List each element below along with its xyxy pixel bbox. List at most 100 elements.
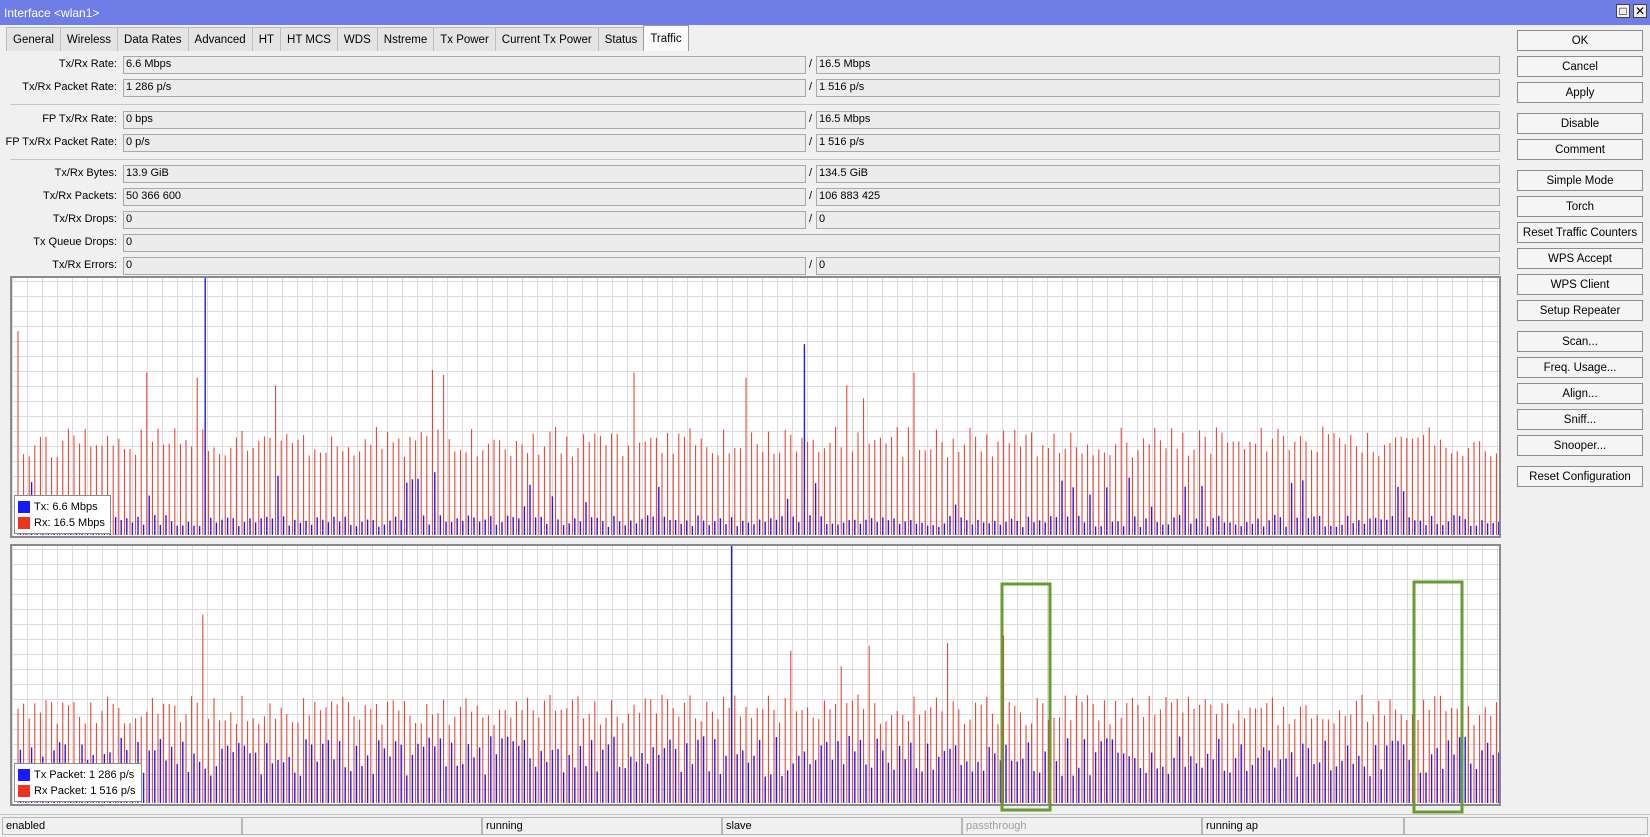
legend-rx-packet: Rx Packet: 1 516 p/s — [18, 783, 136, 799]
legend-rx-value: 16.5 Mbps — [53, 517, 105, 529]
field-tx-rate[interactable]: 6.6 Mbps — [123, 56, 806, 74]
legend-tx-packet-name: Tx Packet: — [34, 769, 86, 781]
field-rx-packet-rate[interactable]: 1 516 p/s — [816, 79, 1500, 97]
reset-configuration-button[interactable]: Reset Configuration — [1517, 466, 1643, 487]
separator: / — [809, 213, 813, 225]
legend-tx-packet: Tx Packet: 1 286 p/s — [18, 767, 136, 783]
separator: / — [809, 58, 813, 70]
tab-wds[interactable]: WDS — [336, 27, 378, 51]
packet-rate-chart: Tx Packet: 1 286 p/s Rx Packet: 1 516 p/… — [10, 544, 1501, 806]
status-enabled: enabled — [2, 817, 242, 835]
field-fp-rx-rate[interactable]: 16.5 Mbps — [816, 111, 1500, 129]
tab-general[interactable]: General — [6, 27, 61, 51]
label-txrx-drops: Tx/Rx Drops: — [52, 213, 117, 225]
status-empty-end — [1404, 817, 1648, 835]
label-fp-txrx-packet-rate: FP Tx/Rx Packet Rate: — [5, 136, 117, 148]
status-passthrough: passthrough — [962, 817, 1202, 835]
cancel-button[interactable]: Cancel — [1517, 56, 1643, 77]
disable-button[interactable]: Disable — [1517, 113, 1643, 134]
simple-mode-button[interactable]: Simple Mode — [1517, 170, 1643, 191]
close-icon[interactable]: ✕ — [1633, 4, 1647, 18]
field-rx-packets[interactable]: 106 883 425 — [816, 188, 1500, 206]
separator: / — [809, 136, 813, 148]
status-running-ap: running ap — [1202, 817, 1404, 835]
tab-data-rates[interactable]: Data Rates — [117, 27, 189, 51]
ok-button[interactable]: OK — [1517, 30, 1643, 51]
packet-rate-plot — [12, 546, 1499, 804]
separator: / — [809, 113, 813, 125]
label-fp-txrx-rate: FP Tx/Rx Rate: — [42, 113, 117, 125]
wps-client-button[interactable]: WPS Client — [1517, 274, 1643, 295]
status-empty — [242, 817, 482, 835]
wps-accept-button[interactable]: WPS Accept — [1517, 248, 1643, 269]
rx-swatch — [18, 785, 30, 797]
window-titlebar: Interface <wlan1> □ ✕ — [0, 0, 1650, 25]
sniff-button[interactable]: Sniff... — [1517, 409, 1643, 430]
separator: / — [809, 167, 813, 179]
tab-ht[interactable]: HT — [251, 27, 282, 51]
tab-traffic[interactable]: Traffic — [643, 25, 689, 51]
field-tx-bytes[interactable]: 13.9 GiB — [123, 165, 806, 183]
field-tx-packets[interactable]: 50 366 600 — [123, 188, 806, 206]
tx-swatch — [18, 501, 30, 513]
field-fp-rx-packet-rate[interactable]: 1 516 p/s — [816, 134, 1500, 152]
align-button[interactable]: Align... — [1517, 383, 1643, 404]
field-tx-drops[interactable]: 0 — [123, 211, 806, 229]
reset-traffic-counters-button[interactable]: Reset Traffic Counters — [1517, 222, 1643, 243]
legend-rx: Rx: 16.5 Mbps — [18, 515, 105, 531]
label-txrx-errors: Tx/Rx Errors: — [52, 259, 117, 271]
divider — [10, 104, 1500, 105]
setup-repeater-button[interactable]: Setup Repeater — [1517, 300, 1643, 321]
tab-advanced[interactable]: Advanced — [187, 27, 253, 51]
torch-button[interactable]: Torch — [1517, 196, 1643, 217]
label-txrx-rate: Tx/Rx Rate: — [58, 58, 117, 70]
separator: / — [809, 259, 813, 271]
field-rx-bytes[interactable]: 134.5 GiB — [816, 165, 1500, 183]
field-tx-packet-rate[interactable]: 1 286 p/s — [123, 79, 806, 97]
separator: / — [809, 190, 813, 202]
apply-button[interactable]: Apply — [1517, 82, 1643, 103]
chart-legend: Tx Packet: 1 286 p/s Rx Packet: 1 516 p/… — [14, 763, 142, 802]
legend-rx-name: Rx: — [34, 517, 51, 529]
field-fp-tx-packet-rate[interactable]: 0 p/s — [123, 134, 806, 152]
legend-rx-packet-name: Rx Packet: — [34, 785, 88, 797]
freq-usage-button[interactable]: Freq. Usage... — [1517, 357, 1643, 378]
field-fp-tx-rate[interactable]: 0 bps — [123, 111, 806, 129]
status-bar: enabled running slave passthrough runnin… — [0, 814, 1650, 835]
field-tx-errors[interactable]: 0 — [123, 257, 806, 275]
traffic-rate-plot — [12, 278, 1499, 536]
tx-swatch — [18, 769, 30, 781]
scan-button[interactable]: Scan... — [1517, 331, 1643, 352]
field-rx-errors[interactable]: 0 — [816, 257, 1500, 275]
tab-ht-mcs[interactable]: HT MCS — [280, 27, 338, 51]
tab-tx-power[interactable]: Tx Power — [433, 27, 496, 51]
label-txrx-packets: Tx/Rx Packets: — [43, 190, 117, 202]
divider — [10, 159, 1500, 160]
comment-button[interactable]: Comment — [1517, 139, 1643, 160]
legend-tx-packet-value: 1 286 p/s — [89, 769, 135, 781]
traffic-rate-chart: Tx: 6.6 Mbps Rx: 16.5 Mbps — [10, 276, 1501, 538]
legend-tx-name: Tx: — [34, 501, 50, 513]
legend-rx-packet-value: 1 516 p/s — [90, 785, 136, 797]
tab-bar: General Wireless Data Rates Advanced HT … — [6, 25, 689, 51]
restore-icon[interactable]: □ — [1616, 4, 1630, 18]
tab-current-tx-power[interactable]: Current Tx Power — [494, 27, 599, 51]
field-rx-rate[interactable]: 16.5 Mbps — [816, 56, 1500, 74]
label-txrx-packet-rate: Tx/Rx Packet Rate: — [22, 81, 117, 93]
label-tx-queue-drops: Tx Queue Drops: — [33, 236, 117, 248]
status-slave: slave — [722, 817, 962, 835]
field-tx-queue-drops[interactable]: 0 — [123, 234, 1500, 252]
rx-swatch — [18, 517, 30, 529]
status-running: running — [482, 817, 722, 835]
tab-wireless[interactable]: Wireless — [59, 27, 119, 51]
field-rx-drops[interactable]: 0 — [816, 211, 1500, 229]
snooper-button[interactable]: Snooper... — [1517, 435, 1643, 456]
tab-status[interactable]: Status — [597, 27, 645, 51]
separator: / — [809, 81, 813, 93]
chart-legend: Tx: 6.6 Mbps Rx: 16.5 Mbps — [14, 495, 111, 534]
legend-tx-value: 6.6 Mbps — [52, 501, 98, 513]
window-title: Interface <wlan1> — [4, 5, 100, 20]
tab-nstreme[interactable]: Nstreme — [376, 27, 435, 51]
legend-tx: Tx: 6.6 Mbps — [18, 499, 105, 515]
label-txrx-bytes: Tx/Rx Bytes: — [54, 167, 117, 179]
